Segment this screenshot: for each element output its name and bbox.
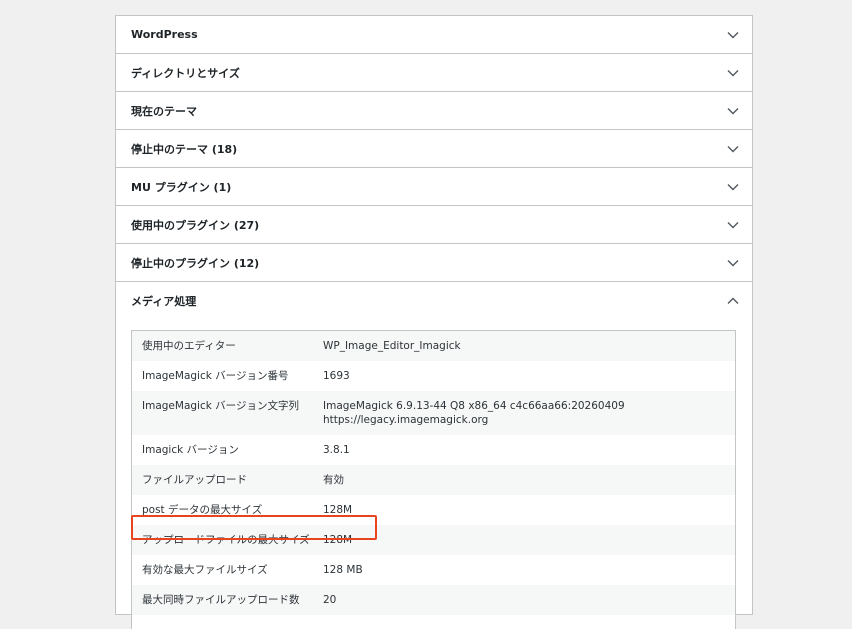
site-health-info-panel: WordPress ディレクトリとサイズ 現在のテーマ 停止中のテーマ (18)… bbox=[115, 15, 753, 629]
row-key: post データの最大サイズ bbox=[142, 504, 263, 516]
section-mu-plugins[interactable]: MU プラグイン (1) bbox=[116, 168, 752, 206]
section-active-plugins[interactable]: 使用中のプラグイン (27) bbox=[116, 206, 752, 244]
section-title: メディア処理 bbox=[131, 295, 197, 308]
row-value: ImageMagick 6.9.13-44 Q8 x86_64 c4c66aa6… bbox=[323, 399, 725, 427]
table-row-partial bbox=[132, 615, 735, 629]
chevron-down-icon bbox=[726, 180, 740, 194]
table-row: 有効な最大ファイルサイズ 128 MB bbox=[132, 555, 735, 585]
row-value: 128M bbox=[323, 534, 353, 546]
chevron-down-icon bbox=[726, 256, 740, 270]
row-value: 20 bbox=[323, 594, 337, 606]
row-value-line-2: https://legacy.imagemagick.org bbox=[323, 414, 489, 426]
section-directories-sizes[interactable]: ディレクトリとサイズ bbox=[116, 54, 752, 92]
table-row: ImageMagick バージョン文字列 ImageMagick 6.9.13-… bbox=[132, 391, 735, 435]
section-title: 使用中のプラグイン (27) bbox=[131, 218, 260, 232]
row-value: 1693 bbox=[323, 370, 350, 382]
table-row: アップロードファイルの最大サイズ 128M bbox=[132, 525, 735, 555]
section-title: 停止中のプラグイン (12) bbox=[131, 256, 260, 270]
section-title: ディレクトリとサイズ bbox=[131, 66, 240, 80]
section-wordpress[interactable]: WordPress bbox=[116, 16, 752, 54]
chevron-down-icon bbox=[726, 66, 740, 80]
section-title: 停止中のテーマ (18) bbox=[131, 142, 238, 156]
section-title: 現在のテーマ bbox=[131, 104, 197, 118]
row-key: 使用中のエディター bbox=[142, 340, 236, 352]
section-title: WordPress bbox=[131, 28, 198, 41]
section-media-handling[interactable]: メディア処理 bbox=[116, 282, 752, 320]
table-row: ファイルアップロード 有効 bbox=[132, 465, 735, 495]
section-title: MU プラグイン (1) bbox=[131, 180, 232, 194]
row-key: アップロードファイルの最大サイズ bbox=[142, 534, 310, 546]
table-row: 最大同時ファイルアップロード数 20 bbox=[132, 585, 735, 615]
table-row: Imagick バージョン 3.8.1 bbox=[132, 435, 735, 465]
row-key: Imagick バージョン bbox=[142, 444, 239, 456]
row-value: 128 MB bbox=[323, 564, 363, 576]
row-key: 有効な最大ファイルサイズ bbox=[142, 564, 268, 576]
media-info-table: 使用中のエディター WP_Image_Editor_Imagick ImageM… bbox=[131, 330, 736, 629]
row-value: 有効 bbox=[323, 474, 344, 486]
chevron-down-icon bbox=[726, 28, 740, 42]
chevron-down-icon bbox=[726, 218, 740, 232]
row-value: 3.8.1 bbox=[323, 444, 350, 456]
row-value: WP_Image_Editor_Imagick bbox=[323, 340, 461, 352]
section-current-theme[interactable]: 現在のテーマ bbox=[116, 92, 752, 130]
row-value: 128M bbox=[323, 504, 353, 516]
row-key: 最大同時ファイルアップロード数 bbox=[142, 594, 300, 606]
row-key: ImageMagick バージョン番号 bbox=[142, 370, 289, 382]
row-key: ファイルアップロード bbox=[142, 474, 247, 486]
chevron-down-icon bbox=[726, 142, 740, 156]
section-inactive-plugins[interactable]: 停止中のプラグイン (12) bbox=[116, 244, 752, 282]
chevron-up-icon bbox=[726, 294, 740, 308]
chevron-down-icon bbox=[726, 104, 740, 118]
table-row: 使用中のエディター WP_Image_Editor_Imagick bbox=[132, 331, 735, 361]
row-value-line: ImageMagick 6.9.13-44 Q8 x86_64 c4c66aa6… bbox=[323, 400, 625, 412]
table-row: post データの最大サイズ 128M bbox=[132, 495, 735, 525]
table-row: ImageMagick バージョン番号 1693 bbox=[132, 361, 735, 391]
section-inactive-themes[interactable]: 停止中のテーマ (18) bbox=[116, 130, 752, 168]
row-key: ImageMagick バージョン文字列 bbox=[142, 400, 299, 412]
